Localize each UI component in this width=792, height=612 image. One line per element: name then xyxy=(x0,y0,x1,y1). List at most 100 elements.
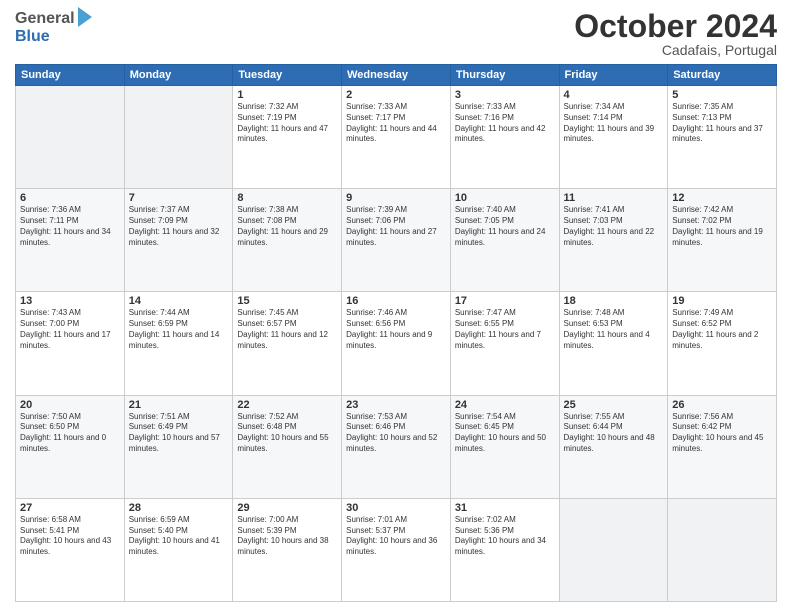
calendar-cell: 26Sunrise: 7:56 AM Sunset: 6:42 PM Dayli… xyxy=(668,395,777,498)
day-info: Sunrise: 7:45 AM Sunset: 6:57 PM Dayligh… xyxy=(237,308,337,351)
day-number: 2 xyxy=(346,89,446,101)
calendar-cell: 20Sunrise: 7:50 AM Sunset: 6:50 PM Dayli… xyxy=(16,395,125,498)
calendar-header-row: SundayMondayTuesdayWednesdayThursdayFrid… xyxy=(16,65,777,86)
calendar-week-row: 1Sunrise: 7:32 AM Sunset: 7:19 PM Daylig… xyxy=(16,86,777,189)
calendar-cell: 8Sunrise: 7:38 AM Sunset: 7:08 PM Daylig… xyxy=(233,189,342,292)
day-number: 23 xyxy=(346,399,446,411)
calendar-cell: 31Sunrise: 7:02 AM Sunset: 5:36 PM Dayli… xyxy=(450,498,559,601)
calendar-cell: 6Sunrise: 7:36 AM Sunset: 7:11 PM Daylig… xyxy=(16,189,125,292)
day-number: 25 xyxy=(564,399,664,411)
day-info: Sunrise: 7:34 AM Sunset: 7:14 PM Dayligh… xyxy=(564,102,664,145)
day-info: Sunrise: 7:02 AM Sunset: 5:36 PM Dayligh… xyxy=(455,515,555,558)
day-info: Sunrise: 7:54 AM Sunset: 6:45 PM Dayligh… xyxy=(455,412,555,455)
day-number: 8 xyxy=(237,192,337,204)
day-number: 31 xyxy=(455,502,555,514)
day-info: Sunrise: 7:52 AM Sunset: 6:48 PM Dayligh… xyxy=(237,412,337,455)
day-info: Sunrise: 7:47 AM Sunset: 6:55 PM Dayligh… xyxy=(455,308,555,351)
page: General Blue October 2024 Cadafais, Port… xyxy=(0,0,792,612)
calendar-cell: 2Sunrise: 7:33 AM Sunset: 7:17 PM Daylig… xyxy=(342,86,451,189)
day-number: 18 xyxy=(564,295,664,307)
day-number: 13 xyxy=(20,295,120,307)
calendar-week-row: 27Sunrise: 6:58 AM Sunset: 5:41 PM Dayli… xyxy=(16,498,777,601)
day-info: Sunrise: 7:41 AM Sunset: 7:03 PM Dayligh… xyxy=(564,205,664,248)
calendar-cell xyxy=(668,498,777,601)
logo: General Blue xyxy=(15,10,92,46)
calendar-cell: 7Sunrise: 7:37 AM Sunset: 7:09 PM Daylig… xyxy=(124,189,233,292)
calendar-cell: 25Sunrise: 7:55 AM Sunset: 6:44 PM Dayli… xyxy=(559,395,668,498)
day-number: 15 xyxy=(237,295,337,307)
calendar-cell: 9Sunrise: 7:39 AM Sunset: 7:06 PM Daylig… xyxy=(342,189,451,292)
day-number: 22 xyxy=(237,399,337,411)
day-info: Sunrise: 7:37 AM Sunset: 7:09 PM Dayligh… xyxy=(129,205,229,248)
calendar-cell: 21Sunrise: 7:51 AM Sunset: 6:49 PM Dayli… xyxy=(124,395,233,498)
day-info: Sunrise: 7:48 AM Sunset: 6:53 PM Dayligh… xyxy=(564,308,664,351)
calendar-cell: 29Sunrise: 7:00 AM Sunset: 5:39 PM Dayli… xyxy=(233,498,342,601)
day-info: Sunrise: 7:33 AM Sunset: 7:16 PM Dayligh… xyxy=(455,102,555,145)
day-info: Sunrise: 6:58 AM Sunset: 5:41 PM Dayligh… xyxy=(20,515,120,558)
calendar-day-header: Friday xyxy=(559,65,668,86)
calendar-cell: 14Sunrise: 7:44 AM Sunset: 6:59 PM Dayli… xyxy=(124,292,233,395)
day-info: Sunrise: 7:36 AM Sunset: 7:11 PM Dayligh… xyxy=(20,205,120,248)
calendar-cell: 10Sunrise: 7:40 AM Sunset: 7:05 PM Dayli… xyxy=(450,189,559,292)
header: General Blue October 2024 Cadafais, Port… xyxy=(15,10,777,58)
day-info: Sunrise: 7:32 AM Sunset: 7:19 PM Dayligh… xyxy=(237,102,337,145)
day-info: Sunrise: 7:33 AM Sunset: 7:17 PM Dayligh… xyxy=(346,102,446,145)
day-info: Sunrise: 7:35 AM Sunset: 7:13 PM Dayligh… xyxy=(672,102,772,145)
calendar-cell: 15Sunrise: 7:45 AM Sunset: 6:57 PM Dayli… xyxy=(233,292,342,395)
day-number: 24 xyxy=(455,399,555,411)
day-number: 14 xyxy=(129,295,229,307)
day-number: 27 xyxy=(20,502,120,514)
day-info: Sunrise: 7:43 AM Sunset: 7:00 PM Dayligh… xyxy=(20,308,120,351)
calendar-week-row: 6Sunrise: 7:36 AM Sunset: 7:11 PM Daylig… xyxy=(16,189,777,292)
calendar-cell: 11Sunrise: 7:41 AM Sunset: 7:03 PM Dayli… xyxy=(559,189,668,292)
calendar-cell xyxy=(559,498,668,601)
day-info: Sunrise: 7:53 AM Sunset: 6:46 PM Dayligh… xyxy=(346,412,446,455)
day-number: 11 xyxy=(564,192,664,204)
day-info: Sunrise: 7:50 AM Sunset: 6:50 PM Dayligh… xyxy=(20,412,120,455)
day-number: 10 xyxy=(455,192,555,204)
day-info: Sunrise: 7:56 AM Sunset: 6:42 PM Dayligh… xyxy=(672,412,772,455)
day-number: 9 xyxy=(346,192,446,204)
calendar-cell: 4Sunrise: 7:34 AM Sunset: 7:14 PM Daylig… xyxy=(559,86,668,189)
calendar-cell: 30Sunrise: 7:01 AM Sunset: 5:37 PM Dayli… xyxy=(342,498,451,601)
day-number: 20 xyxy=(20,399,120,411)
day-number: 7 xyxy=(129,192,229,204)
calendar-day-header: Wednesday xyxy=(342,65,451,86)
day-number: 3 xyxy=(455,89,555,101)
day-info: Sunrise: 6:59 AM Sunset: 5:40 PM Dayligh… xyxy=(129,515,229,558)
day-number: 1 xyxy=(237,89,337,101)
day-number: 5 xyxy=(672,89,772,101)
calendar: SundayMondayTuesdayWednesdayThursdayFrid… xyxy=(15,64,777,602)
day-info: Sunrise: 7:46 AM Sunset: 6:56 PM Dayligh… xyxy=(346,308,446,351)
day-number: 21 xyxy=(129,399,229,411)
calendar-day-header: Sunday xyxy=(16,65,125,86)
calendar-cell: 23Sunrise: 7:53 AM Sunset: 6:46 PM Dayli… xyxy=(342,395,451,498)
day-info: Sunrise: 7:51 AM Sunset: 6:49 PM Dayligh… xyxy=(129,412,229,455)
calendar-cell: 16Sunrise: 7:46 AM Sunset: 6:56 PM Dayli… xyxy=(342,292,451,395)
calendar-day-header: Thursday xyxy=(450,65,559,86)
calendar-day-header: Saturday xyxy=(668,65,777,86)
day-info: Sunrise: 7:49 AM Sunset: 6:52 PM Dayligh… xyxy=(672,308,772,351)
title-area: October 2024 Cadafais, Portugal xyxy=(574,10,777,58)
calendar-cell: 28Sunrise: 6:59 AM Sunset: 5:40 PM Dayli… xyxy=(124,498,233,601)
calendar-cell xyxy=(124,86,233,189)
calendar-cell: 24Sunrise: 7:54 AM Sunset: 6:45 PM Dayli… xyxy=(450,395,559,498)
day-number: 29 xyxy=(237,502,337,514)
month-title: October 2024 xyxy=(574,10,777,42)
calendar-cell: 13Sunrise: 7:43 AM Sunset: 7:00 PM Dayli… xyxy=(16,292,125,395)
calendar-cell: 19Sunrise: 7:49 AM Sunset: 6:52 PM Dayli… xyxy=(668,292,777,395)
calendar-cell xyxy=(16,86,125,189)
day-info: Sunrise: 7:39 AM Sunset: 7:06 PM Dayligh… xyxy=(346,205,446,248)
day-number: 19 xyxy=(672,295,772,307)
day-number: 12 xyxy=(672,192,772,204)
day-info: Sunrise: 7:00 AM Sunset: 5:39 PM Dayligh… xyxy=(237,515,337,558)
calendar-cell: 17Sunrise: 7:47 AM Sunset: 6:55 PM Dayli… xyxy=(450,292,559,395)
day-number: 6 xyxy=(20,192,120,204)
day-info: Sunrise: 7:42 AM Sunset: 7:02 PM Dayligh… xyxy=(672,205,772,248)
day-info: Sunrise: 7:01 AM Sunset: 5:37 PM Dayligh… xyxy=(346,515,446,558)
day-info: Sunrise: 7:55 AM Sunset: 6:44 PM Dayligh… xyxy=(564,412,664,455)
day-number: 30 xyxy=(346,502,446,514)
calendar-cell: 5Sunrise: 7:35 AM Sunset: 7:13 PM Daylig… xyxy=(668,86,777,189)
day-info: Sunrise: 7:38 AM Sunset: 7:08 PM Dayligh… xyxy=(237,205,337,248)
logo-arrow-icon xyxy=(78,7,92,27)
